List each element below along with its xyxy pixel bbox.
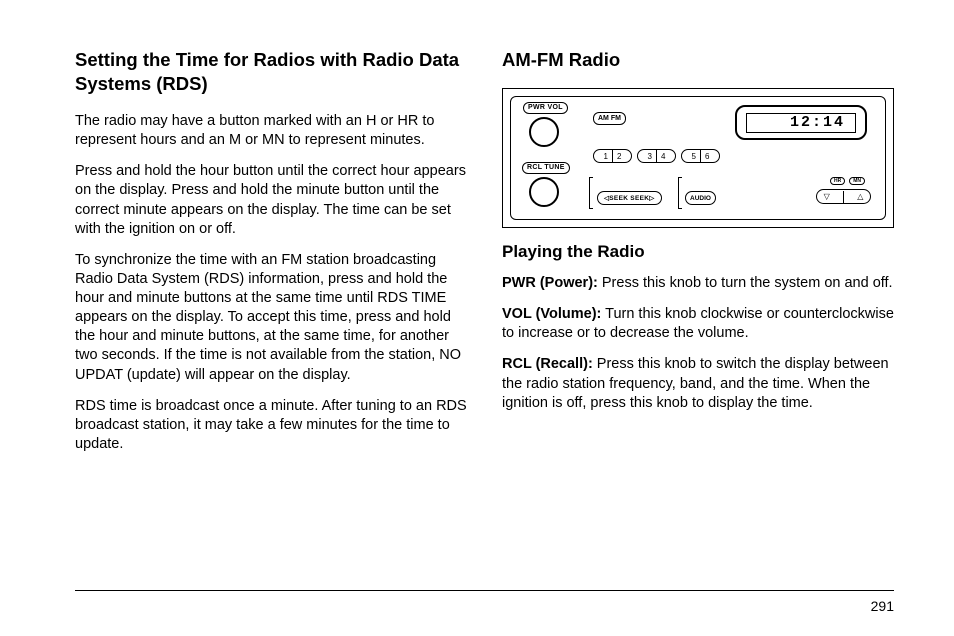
rds-para-4: RDS time is broadcast once a minute. Aft…: [75, 397, 467, 454]
mn-button: MN: [849, 177, 865, 185]
up-down-button: ▽ △: [816, 189, 871, 204]
footer-rule: [75, 590, 894, 591]
hr-mn-row: HR MN: [830, 177, 865, 185]
playing-heading: Playing the Radio: [502, 242, 894, 262]
rcl-tune-knob: [529, 177, 559, 207]
pwr-vol-label: PWR VOL: [523, 102, 568, 114]
audio-button: AUDIO: [685, 191, 716, 205]
preset-row: 12 34 56: [593, 149, 725, 163]
rds-heading: Setting the Time for Radios with Radio D…: [75, 48, 467, 96]
seek-button: ◁SEEK SEEK▷: [597, 191, 662, 205]
rds-para-2: Press and hold the hour button until the…: [75, 162, 467, 239]
rds-para-1: The radio may have a button marked with …: [75, 112, 467, 150]
page-number: 291: [871, 598, 894, 614]
radio-panel: PWR VOL RCL TUNE AM FM 12:14 12 34 56 ◁S…: [510, 96, 886, 220]
up-arrow-icon: △: [857, 192, 863, 201]
am-fm-button: AM FM: [593, 112, 626, 125]
right-column: AM-FM Radio PWR VOL RCL TUNE AM FM 12:14…: [502, 48, 894, 466]
hr-button: HR: [830, 177, 845, 185]
rds-para-3: To synchronize the time with an FM stati…: [75, 251, 467, 385]
vol-definition: VOL (Volume): Turn this knob clockwise o…: [502, 305, 894, 343]
left-column: Setting the Time for Radios with Radio D…: [75, 48, 467, 466]
radio-display: 12:14: [735, 105, 867, 140]
down-arrow-icon: ▽: [824, 192, 830, 201]
radio-diagram: PWR VOL RCL TUNE AM FM 12:14 12 34 56 ◁S…: [502, 88, 894, 228]
rcl-definition: RCL (Recall): Press this knob to switch …: [502, 355, 894, 412]
display-time: 12:14: [746, 113, 856, 133]
pwr-definition: PWR (Power): Press this knob to turn the…: [502, 274, 894, 293]
rcl-tune-label: RCL TUNE: [522, 162, 570, 174]
amfm-heading: AM-FM Radio: [502, 48, 894, 72]
pwr-vol-knob: [529, 117, 559, 147]
